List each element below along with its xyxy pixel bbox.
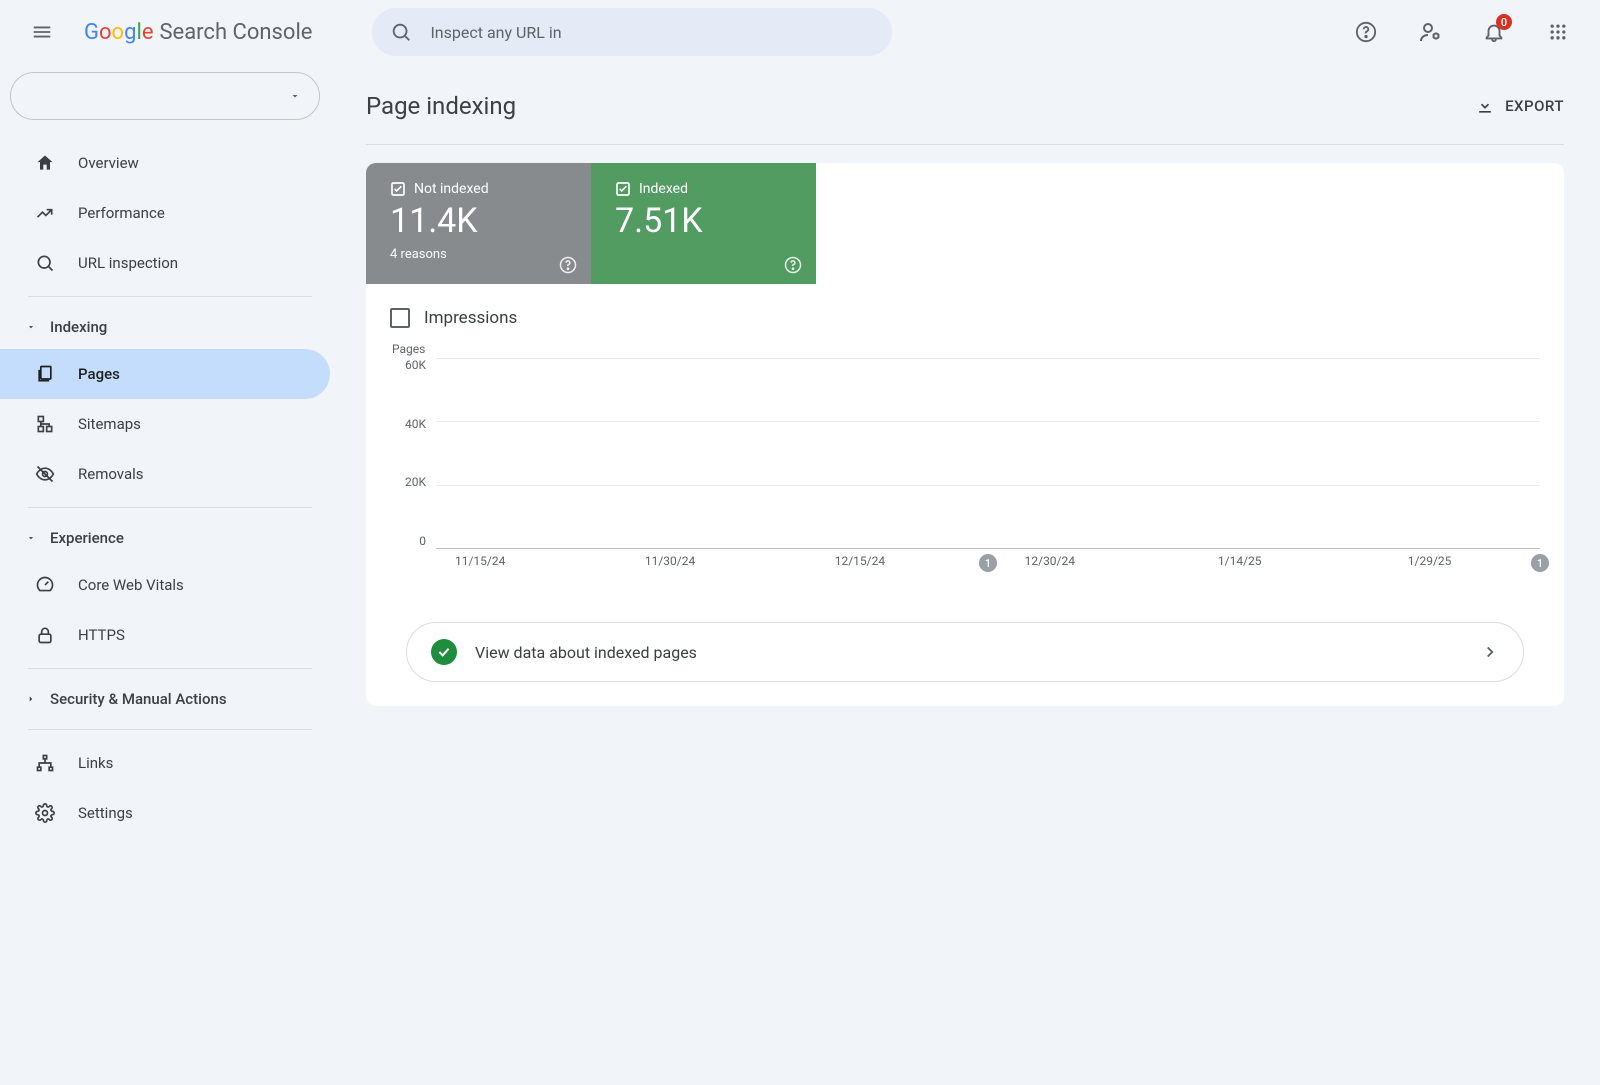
chevron-right-icon: [26, 694, 36, 704]
export-label: EXPORT: [1505, 97, 1564, 115]
sidebar: Overview Performance URL inspection Inde…: [0, 64, 330, 858]
nav-label: Overview: [78, 154, 139, 172]
sidebar-item-removals[interactable]: Removals: [0, 449, 330, 499]
nav-label: URL inspection: [78, 254, 178, 272]
chevron-right-icon: [1481, 643, 1499, 661]
pages-icon: [34, 364, 56, 384]
chart-ylabel: Pages: [390, 342, 1540, 356]
heading-label: Indexing: [50, 318, 107, 336]
heading-label: Security & Manual Actions: [50, 690, 227, 708]
app-header: Google Search Console Inspect any URL in…: [0, 0, 1600, 64]
nav-label: HTTPS: [78, 626, 125, 644]
download-icon: [1475, 96, 1495, 116]
tab-subtext: 4 reasons: [390, 247, 571, 262]
google-wordmark: Google: [84, 20, 153, 45]
check-circle-icon: [431, 639, 457, 665]
sitemap-icon: [34, 414, 56, 434]
notification-badge: 0: [1496, 14, 1512, 30]
help-icon[interactable]: [784, 256, 802, 274]
indexing-chart: Pages 60K40K20K0 11 11/15/2411/30/2412/1…: [366, 328, 1564, 586]
url-inspect-search[interactable]: Inspect any URL in: [372, 8, 892, 56]
nav-label: Removals: [78, 465, 144, 483]
tab-value: 11.4K: [390, 201, 571, 241]
tab-value: 7.51K: [615, 201, 796, 241]
users-settings-icon[interactable]: [1408, 10, 1452, 54]
tab-label-text: Indexed: [639, 181, 688, 197]
view-indexed-data-button[interactable]: View data about indexed pages: [406, 622, 1524, 682]
indexing-card: Not indexed 11.4K 4 reasons Indexed 7.51…: [366, 163, 1564, 706]
sidebar-item-overview[interactable]: Overview: [0, 138, 330, 188]
help-icon[interactable]: [1344, 10, 1388, 54]
main-content: Page indexing EXPORT Not indexed 11.4K 4…: [330, 64, 1600, 858]
sidebar-item-settings[interactable]: Settings: [0, 788, 330, 838]
gear-icon: [34, 803, 56, 823]
nav-label: Performance: [78, 204, 165, 222]
impressions-label: Impressions: [424, 308, 517, 328]
sidebar-item-url-inspection[interactable]: URL inspection: [0, 238, 330, 288]
tab-label-text: Not indexed: [414, 181, 489, 197]
lock-icon: [34, 625, 56, 645]
nav-label: Sitemaps: [78, 415, 141, 433]
tab-not-indexed[interactable]: Not indexed 11.4K 4 reasons: [366, 163, 591, 284]
sidebar-item-links[interactable]: Links: [0, 738, 330, 788]
speed-icon: [34, 575, 56, 595]
links-icon: [34, 753, 56, 773]
nav-label: Pages: [78, 365, 120, 383]
sidebar-heading-security[interactable]: Security & Manual Actions: [0, 677, 330, 721]
nav-label: Settings: [78, 804, 133, 822]
home-icon: [34, 153, 56, 173]
sidebar-item-sitemaps[interactable]: Sitemaps: [0, 399, 330, 449]
notifications-icon[interactable]: 0: [1472, 10, 1516, 54]
action-label: View data about indexed pages: [475, 643, 697, 662]
sidebar-item-performance[interactable]: Performance: [0, 188, 330, 238]
export-button[interactable]: EXPORT: [1475, 96, 1564, 116]
heading-label: Experience: [50, 529, 124, 547]
page-title: Page indexing: [366, 92, 516, 120]
search-icon: [34, 253, 56, 273]
checkbox-checked-icon: [390, 181, 406, 197]
nav-label: Links: [78, 754, 113, 772]
visibility-off-icon: [34, 464, 56, 484]
sidebar-item-pages[interactable]: Pages: [0, 349, 330, 399]
checkbox-checked-icon: [615, 181, 631, 197]
sidebar-heading-indexing[interactable]: Indexing: [0, 305, 330, 349]
product-logo: Google Search Console: [84, 20, 312, 45]
help-icon[interactable]: [559, 256, 577, 274]
tab-indexed[interactable]: Indexed 7.51K: [591, 163, 816, 284]
product-name: Search Console: [159, 20, 312, 45]
sidebar-item-https[interactable]: HTTPS: [0, 610, 330, 660]
trending-icon: [34, 203, 56, 223]
search-placeholder: Inspect any URL in: [430, 23, 561, 42]
apps-grid-icon[interactable]: [1536, 10, 1580, 54]
hamburger-menu-icon[interactable]: [20, 10, 64, 54]
impressions-checkbox[interactable]: [390, 308, 410, 328]
chart-bars[interactable]: 11: [436, 358, 1540, 548]
chevron-down-icon: [26, 533, 36, 543]
sidebar-heading-experience[interactable]: Experience: [0, 516, 330, 560]
nav-label: Core Web Vitals: [78, 576, 184, 594]
property-selector[interactable]: [10, 72, 320, 120]
chevron-down-icon: [26, 322, 36, 332]
chevron-down-icon: [289, 90, 301, 102]
search-icon: [390, 21, 412, 43]
sidebar-item-core-web-vitals[interactable]: Core Web Vitals: [0, 560, 330, 610]
